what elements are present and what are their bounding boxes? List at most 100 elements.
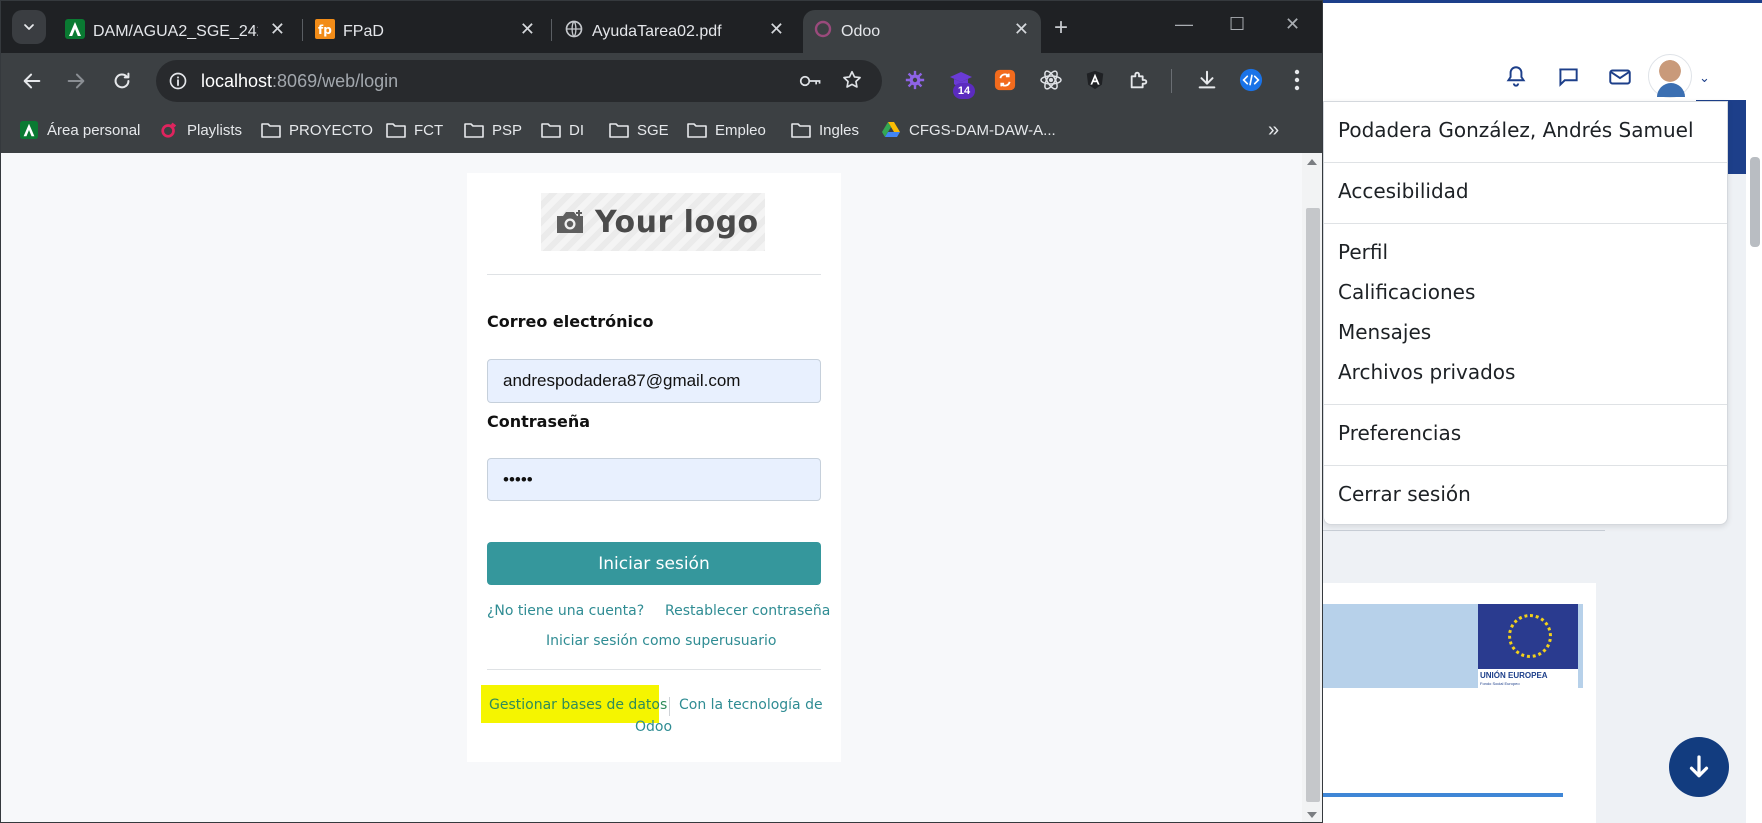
bookmark-area-personal[interactable]: Área personal	[19, 119, 140, 141]
url-host: localhost	[201, 71, 273, 91]
bookmark-label: Área personal	[47, 121, 141, 139]
menu-item-accesibilidad[interactable]: Accesibilidad	[1338, 179, 1469, 203]
fpad-logo-icon: fp	[315, 19, 335, 39]
close-window-icon[interactable]: ✕	[1285, 14, 1300, 35]
menu-item-calificaciones[interactable]: Calificaciones	[1338, 280, 1475, 304]
scroll-down-button[interactable]	[1669, 737, 1729, 797]
bookmark-folder-ingles[interactable]: Ingles	[791, 119, 859, 141]
url-path: :8069/web/login	[272, 71, 399, 91]
kebab-menu-icon[interactable]	[1285, 68, 1309, 92]
bookmark-playlists[interactable]: Playlists	[159, 119, 242, 141]
bookmark-folder-fct[interactable]: FCT	[386, 119, 443, 141]
maximize-icon[interactable]: ☐	[1229, 14, 1245, 35]
menu-divider	[1324, 465, 1727, 466]
eu-stars-icon	[1508, 614, 1552, 658]
chevron-down-icon	[24, 24, 34, 30]
chevron-down-icon[interactable]: ⌄	[1699, 70, 1710, 86]
folder-icon	[541, 121, 561, 139]
login-card: Your logo Correo electrónico andrespodad…	[467, 173, 841, 762]
angular-devtools-icon[interactable]	[1083, 68, 1107, 92]
browser-window: DAM/AGUA2_SGE_2425_ ✕ fp FPaD ✕ AyudaTar…	[0, 0, 1323, 823]
email-field[interactable]: andrespodadera87@gmail.com	[487, 359, 821, 403]
folder-icon	[386, 121, 406, 139]
scroll-down-arrow-icon[interactable]	[1307, 812, 1317, 818]
folder-icon	[609, 121, 629, 139]
background-divider	[1323, 530, 1605, 531]
bookmark-folder-empleo[interactable]: Empleo	[687, 119, 766, 141]
menu-item-perfil[interactable]: Perfil	[1338, 240, 1388, 264]
bookmark-folder-sge[interactable]: SGE	[609, 119, 669, 141]
close-icon[interactable]: ✕	[1014, 19, 1029, 40]
close-icon[interactable]: ✕	[520, 19, 535, 40]
powered-by-text: Con la tecnología de	[679, 697, 823, 713]
reload-button[interactable]	[109, 68, 135, 94]
user-menu-name[interactable]: Podadera González, Andrés Samuel	[1338, 118, 1694, 142]
bookmarks-bar: Área personal Playlists PROYECTO FCT PSP…	[1, 109, 1322, 153]
signup-link[interactable]: ¿No tiene una cuenta?	[487, 603, 644, 619]
password-label: Contraseña	[487, 412, 591, 431]
bookmark-label: Playlists	[187, 121, 243, 139]
eu-logo: UNIÓN EUROPEA Fondo Social Europeo	[1478, 604, 1578, 688]
key-icon[interactable]	[799, 71, 823, 91]
background-scrollbar[interactable]	[1750, 157, 1760, 247]
email-label: Correo electrónico	[487, 312, 654, 331]
bookmark-folder-proyecto[interactable]: PROYECTO	[261, 119, 373, 141]
close-icon[interactable]: ✕	[270, 19, 285, 40]
react-devtools-icon[interactable]	[1039, 68, 1063, 92]
address-bar[interactable]: localhost:8069/web/login	[156, 60, 882, 102]
site-info-icon[interactable]	[168, 71, 188, 91]
camera-icon	[557, 210, 583, 233]
reset-password-link[interactable]: Restablecer contraseña	[665, 603, 830, 619]
background-scroll-track	[1746, 157, 1762, 823]
bell-icon[interactable]	[1503, 64, 1529, 90]
download-icon[interactable]	[1195, 68, 1219, 92]
menu-divider	[1324, 223, 1727, 224]
page-viewport: Your logo Correo electrónico andrespodad…	[1, 153, 1322, 822]
bookmark-label: PSP	[492, 121, 523, 139]
bookmark-cfgs-drive[interactable]: CFGS-DAM-DAW-A...	[881, 119, 1056, 141]
bookmark-star-icon[interactable]	[841, 69, 863, 91]
bookmark-folder-psp[interactable]: PSP	[464, 119, 522, 141]
menu-item-cerrar-sesion[interactable]: Cerrar sesión	[1338, 482, 1471, 506]
extension-badge: 14	[953, 83, 975, 99]
url-text[interactable]: localhost:8069/web/login	[201, 71, 398, 92]
password-field[interactable]: •••••	[487, 458, 821, 501]
gear-extension-icon[interactable]	[903, 68, 927, 92]
login-button[interactable]: Iniciar sesión	[487, 542, 821, 585]
bookmark-folder-di[interactable]: DI	[541, 119, 584, 141]
menu-item-archivos-privados[interactable]: Archivos privados	[1338, 360, 1515, 384]
tab-search-button[interactable]	[12, 10, 46, 44]
close-icon[interactable]: ✕	[769, 19, 784, 40]
superuser-login-link[interactable]: Iniciar sesión como superusuario	[546, 633, 776, 649]
mail-icon[interactable]	[1607, 64, 1633, 90]
code-extension-icon[interactable]	[1239, 68, 1263, 92]
tab-odoo[interactable]: Odoo ✕	[803, 10, 1041, 53]
new-tab-plus-icon[interactable]: +	[1054, 14, 1068, 42]
chat-icon[interactable]	[1555, 64, 1581, 90]
back-button[interactable]	[19, 68, 45, 94]
scrollbar-thumb[interactable]	[1306, 208, 1320, 802]
tab-dam-agua2[interactable]: DAM/AGUA2_SGE_2425_ ✕	[55, 10, 297, 53]
minimize-icon[interactable]: —	[1175, 14, 1193, 35]
folder-icon	[261, 121, 281, 139]
tab-fpad[interactable]: fp FPaD ✕	[305, 10, 547, 53]
double-chevron-right-icon[interactable]: »	[1268, 119, 1279, 142]
extensions-puzzle-icon[interactable]	[1127, 68, 1151, 92]
eu-subtext: Fondo Social Europeo	[1480, 681, 1520, 686]
tab-title: DAM/AGUA2_SGE_2425_	[93, 23, 258, 40]
menu-item-mensajes[interactable]: Mensajes	[1338, 320, 1431, 344]
page-scrollbar[interactable]	[1302, 153, 1322, 822]
folder-icon	[464, 121, 484, 139]
toolbar-divider	[1171, 69, 1172, 93]
menu-item-preferencias[interactable]: Preferencias	[1338, 421, 1461, 445]
email-value: andrespodadera87@gmail.com	[503, 371, 741, 390]
scroll-up-arrow-icon[interactable]	[1307, 159, 1317, 165]
odoo-link[interactable]: Odoo	[635, 719, 672, 735]
tab-ayuda-pdf[interactable]: AyudaTarea02.pdf ✕	[554, 10, 796, 53]
manage-databases-link[interactable]: Gestionar bases de datos	[489, 697, 667, 713]
user-avatar[interactable]	[1648, 54, 1692, 98]
odoo-logo-icon	[813, 19, 833, 39]
sync-extension-icon[interactable]	[993, 68, 1017, 92]
forward-button[interactable]	[63, 68, 89, 94]
svg-text:fp: fp	[318, 23, 332, 37]
